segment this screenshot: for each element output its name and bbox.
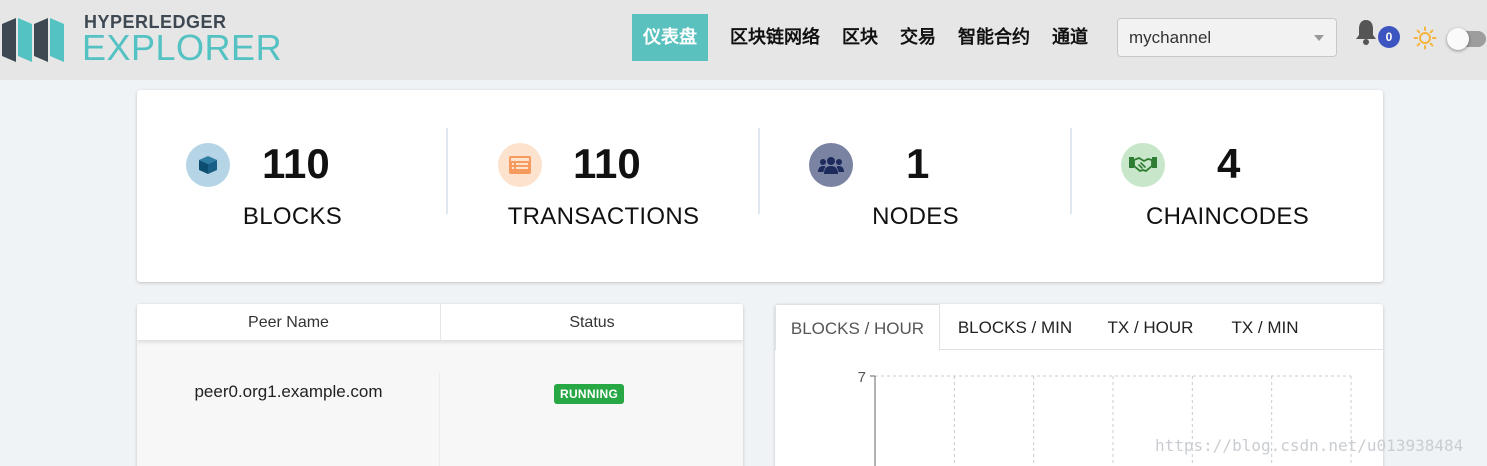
stat-chaincodes-label: CHAINCODES xyxy=(1145,203,1310,230)
chevron-down-icon xyxy=(1314,35,1324,41)
nav-chaincodes[interactable]: 智能合约 xyxy=(947,14,1041,61)
channel-select-value: mychannel xyxy=(1129,28,1212,47)
column-header-peer-name[interactable]: Peer Name xyxy=(137,304,440,340)
stat-blocks: 110 BLOCKS xyxy=(137,90,448,282)
tab-blocks-per-hour[interactable]: BLOCKS / HOUR xyxy=(775,304,940,351)
stat-nodes-value: 1 xyxy=(906,140,930,187)
chart-y-tick-label: 7 xyxy=(858,369,866,386)
nav-network[interactable]: 区块链网络 xyxy=(719,14,831,61)
stat-transactions-label: TRANSACTIONS xyxy=(507,203,700,230)
main-nav: 仪表盘 区块链网络 区块 交易 智能合约 通道 xyxy=(632,14,1099,61)
hyperledger-explorer-logo[interactable]: HYPERLEDGER EXPLORER xyxy=(0,12,290,68)
logo-wordmark-bottom: EXPLORER xyxy=(82,27,283,68)
peer-table: Peer Name Status peer0.org1.example.com … xyxy=(137,304,743,466)
chart-tabs: BLOCKS / HOUR BLOCKS / MIN TX / HOUR TX … xyxy=(775,304,1383,351)
cube-icon xyxy=(186,143,230,187)
stat-chaincodes: 4 CHAINCODES xyxy=(1072,90,1383,282)
nav-dashboard[interactable]: 仪表盘 xyxy=(632,14,708,61)
nav-transactions[interactable]: 交易 xyxy=(889,14,947,61)
logo-mark-icon xyxy=(2,18,64,62)
stat-chaincodes-value: 4 xyxy=(1217,140,1241,187)
bell-icon[interactable] xyxy=(1354,18,1378,46)
tab-tx-per-min[interactable]: TX / MIN xyxy=(1211,304,1319,350)
peer-name-cell: peer0.org1.example.com xyxy=(194,382,383,401)
dark-mode-toggle[interactable] xyxy=(1447,28,1486,50)
stat-blocks-label: BLOCKS xyxy=(242,203,343,230)
stat-transactions-value: 110 xyxy=(573,140,641,187)
top-navbar: HYPERLEDGER EXPLORER 仪表盘 区块链网络 区块 交易 智能合… xyxy=(0,0,1487,80)
tab-blocks-per-min[interactable]: BLOCKS / MIN xyxy=(940,304,1090,350)
nav-blocks[interactable]: 区块 xyxy=(831,14,889,61)
stat-blocks-value: 110 xyxy=(262,140,330,187)
handshake-icon xyxy=(1121,143,1165,187)
stat-nodes: 1 NODES xyxy=(760,90,1071,282)
stat-nodes-label: NODES xyxy=(872,203,959,230)
users-icon xyxy=(809,143,853,187)
stat-transactions: 110 TRANSACTIONS xyxy=(448,90,759,282)
column-header-status[interactable]: Status xyxy=(440,304,743,340)
peer-table-header: Peer Name Status xyxy=(137,304,743,340)
stats-card: 110 BLOCKS 110 TRANSACTIONS 1 NODES 4 CH… xyxy=(137,90,1383,282)
channel-select[interactable]: mychannel xyxy=(1117,18,1337,57)
watermark-text: https://blog.csdn.net/u013938484 xyxy=(1155,436,1464,455)
nav-channels[interactable]: 通道 xyxy=(1041,14,1099,61)
status-badge: RUNNING xyxy=(554,384,625,404)
toggle-knob xyxy=(1447,28,1469,50)
sun-icon[interactable] xyxy=(1413,26,1437,50)
list-icon xyxy=(498,143,542,187)
tab-tx-per-hour[interactable]: TX / HOUR xyxy=(1090,304,1211,350)
notification-count-badge: 0 xyxy=(1378,26,1400,48)
